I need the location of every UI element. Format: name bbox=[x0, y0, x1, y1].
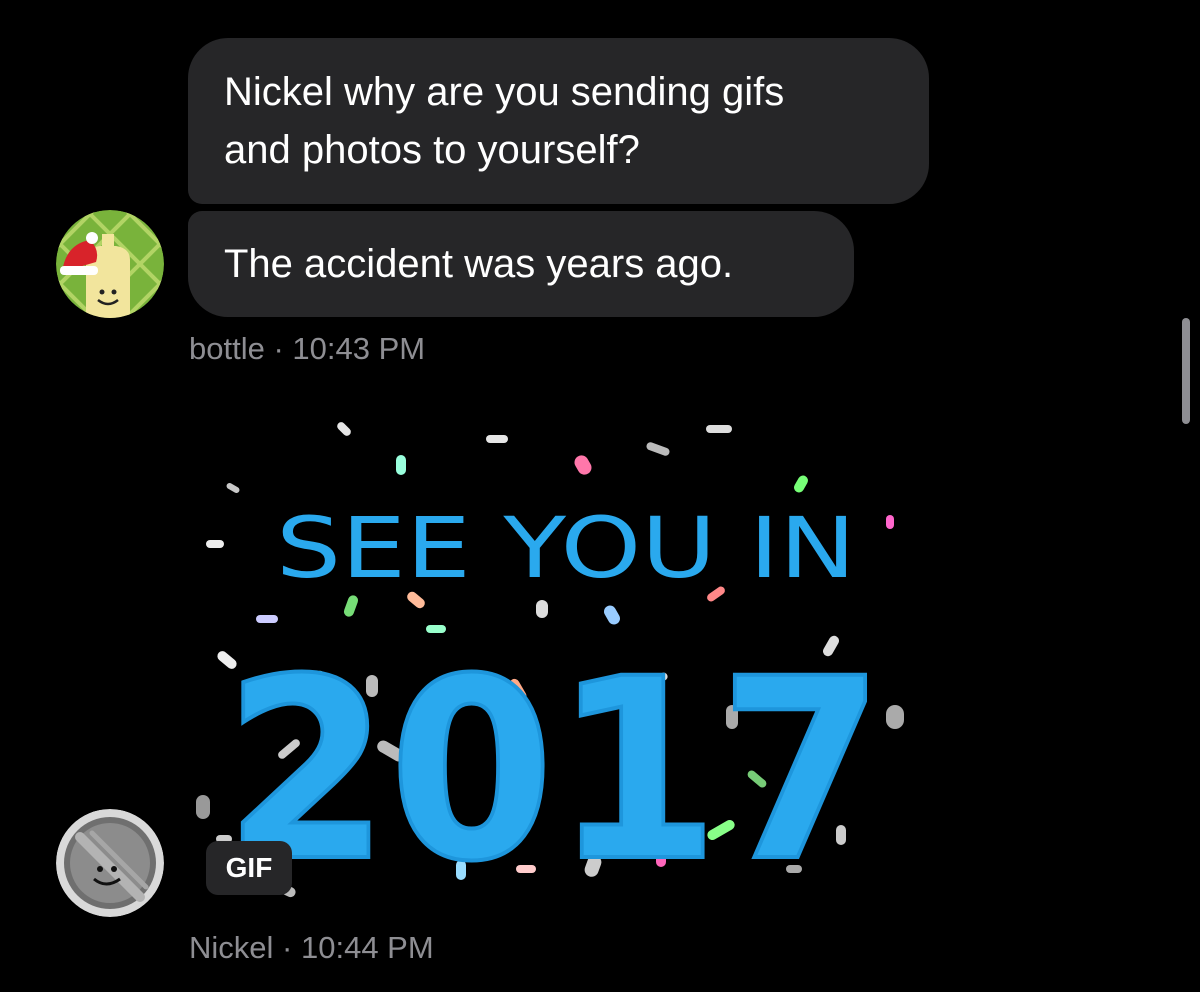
gif-text-line-2: 2017 bbox=[224, 625, 884, 915]
message-meta: Nickel · 10:44 PM bbox=[189, 930, 434, 966]
message-time: 10:43 PM bbox=[292, 331, 426, 366]
gif-text-line-1: SEE YOU IN bbox=[276, 499, 856, 597]
scrollbar[interactable] bbox=[1182, 318, 1190, 424]
message-meta: bottle · 10:43 PM bbox=[189, 331, 425, 367]
gif-badge: GIF bbox=[206, 841, 292, 895]
message-bubble[interactable]: Nickel why are you sending gifs and phot… bbox=[188, 38, 929, 204]
message-text-line: and photos to yourself? bbox=[224, 128, 640, 172]
sender-name: Nickel bbox=[189, 930, 274, 965]
message-bubble[interactable]: The accident was years ago. bbox=[188, 211, 854, 317]
nickel-avatar-icon[interactable] bbox=[56, 809, 164, 917]
bottle-avatar-icon[interactable] bbox=[56, 210, 164, 318]
message-text-line: Nickel why are you sending gifs bbox=[224, 70, 785, 114]
sender-name: bottle bbox=[189, 331, 265, 366]
message-text: The accident was years ago. bbox=[224, 242, 734, 286]
gif-message[interactable]: SEE YOU IN 2017 bbox=[186, 415, 926, 915]
meta-separator: · bbox=[282, 930, 293, 965]
message-time: 10:44 PM bbox=[300, 930, 434, 965]
meta-separator: · bbox=[273, 331, 284, 366]
